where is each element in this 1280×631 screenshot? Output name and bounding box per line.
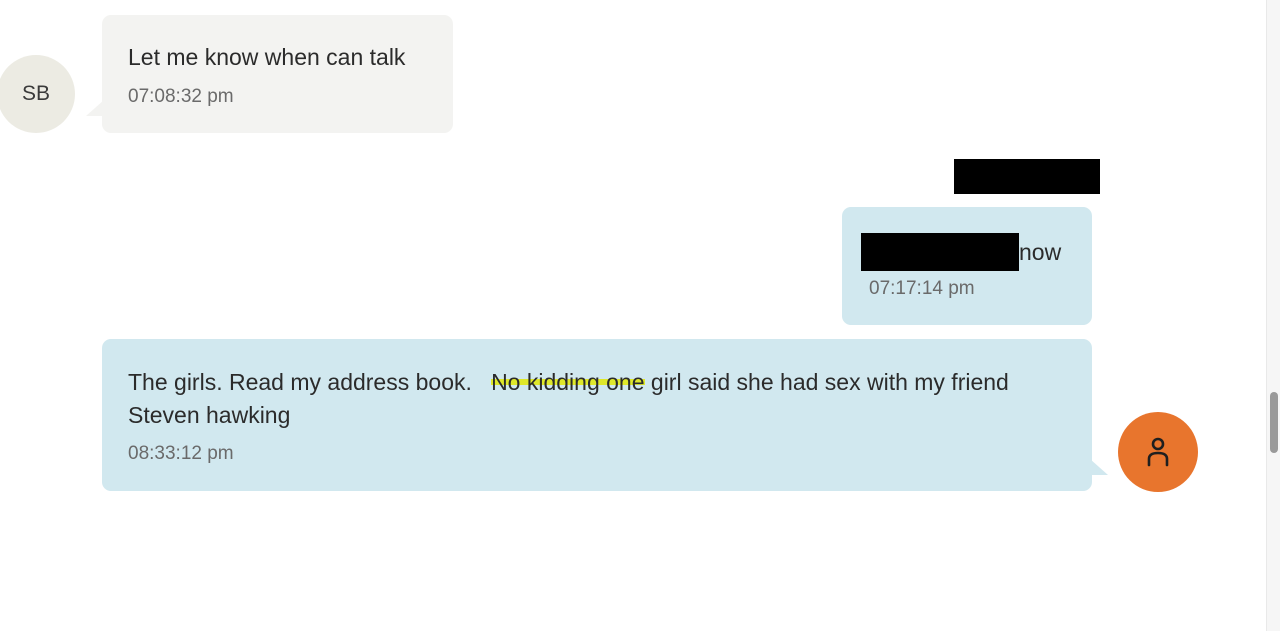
message-text-after-redaction: now — [1019, 238, 1062, 265]
person-icon — [1147, 437, 1169, 467]
outgoing-bubble-tail — [1090, 459, 1108, 475]
scrollbar-track[interactable] — [1266, 0, 1280, 631]
outgoing-message-bubble[interactable]: The girls. Read my address book. No kidd… — [102, 339, 1092, 491]
scrollbar-thumb[interactable] — [1270, 392, 1278, 453]
incoming-message-bubble[interactable]: Let me know when can talk 07:08:32 pm — [102, 15, 453, 133]
message-timestamp: 07:08:32 pm — [128, 86, 234, 107]
sender-avatar[interactable]: SB — [0, 55, 75, 133]
message-text: The girls. Read my address book. No kidd… — [128, 366, 1068, 432]
redacted-label — [954, 159, 1100, 194]
message-text: now — [861, 233, 1061, 271]
chat-thread: SB Let me know when can talk 07:08:32 pm… — [0, 0, 1266, 631]
outgoing-message-bubble[interactable]: now 07:17:14 pm — [842, 207, 1092, 325]
highlighted-text: No kidding one — [491, 369, 645, 395]
message-text: Let me know when can talk — [128, 44, 406, 70]
message-timestamp: 08:33:12 pm — [128, 443, 234, 464]
redacted-text — [861, 233, 1019, 271]
message-timestamp: 07:17:14 pm — [869, 278, 975, 299]
message-text-part: The girls. Read my address book. — [128, 369, 492, 395]
user-avatar[interactable] — [1118, 412, 1198, 492]
sender-initials: SB — [21, 82, 50, 105]
